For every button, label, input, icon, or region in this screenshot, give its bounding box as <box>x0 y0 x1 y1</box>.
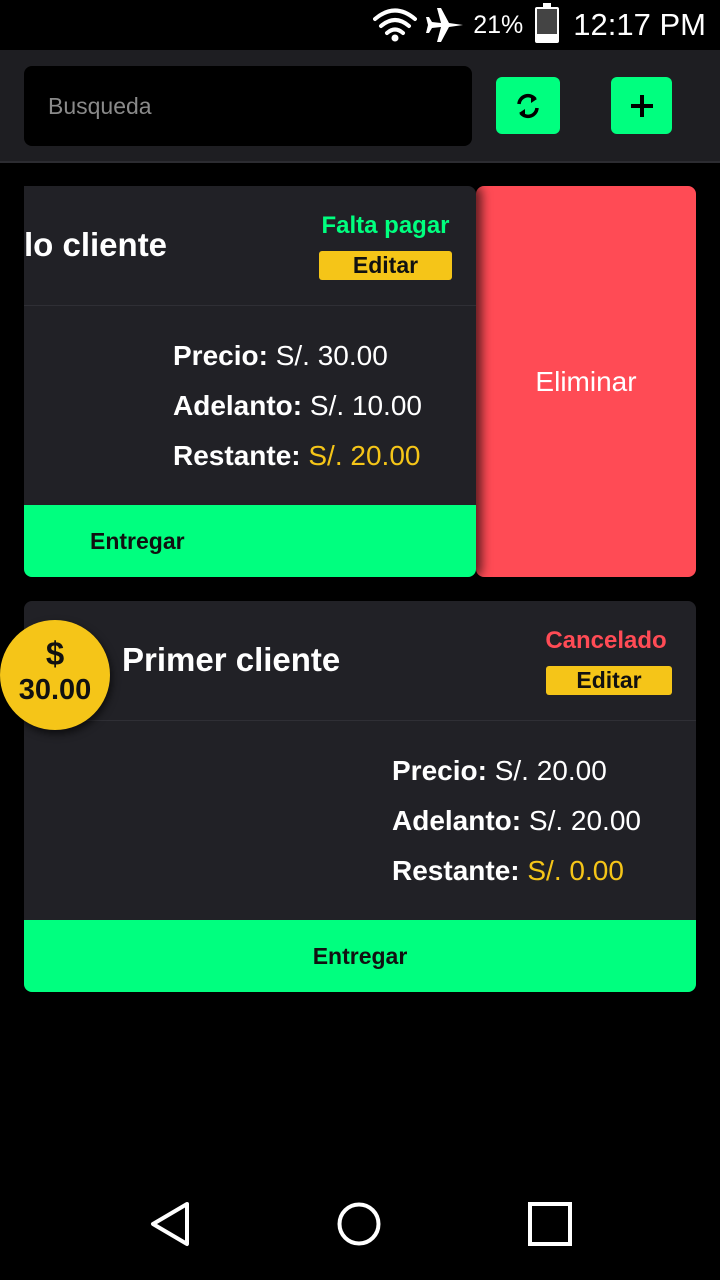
price-badge: $ 30.00 <box>0 620 110 730</box>
clock: 12:17 PM <box>573 7 706 42</box>
remaining-row: Restante: S/. 0.00 <box>392 855 624 887</box>
back-icon <box>151 1202 189 1246</box>
status-label: Falta pagar <box>321 212 450 239</box>
order-card[interactable]: lo cliente Falta pagar Editar Precio: S/… <box>24 186 476 577</box>
advance-row: Adelanto: S/. 20.00 <box>392 805 641 837</box>
remaining-label: Restante: <box>392 855 520 886</box>
remaining-value: S/. 0.00 <box>527 855 624 886</box>
price-label: Precio: <box>173 340 268 371</box>
add-order-button[interactable] <box>611 77 672 134</box>
status-bar: 21% 12:17 PM <box>0 0 720 50</box>
client-name: lo cliente <box>24 226 168 263</box>
deliver-button[interactable]: Entregar <box>24 920 696 992</box>
price-row: Precio: S/. 30.00 <box>173 340 388 372</box>
battery-percent: 21% <box>473 10 524 39</box>
client-name: Primer cliente <box>122 641 341 678</box>
remaining-label: Restante: <box>173 440 301 471</box>
price-value: S/. 20.00 <box>494 755 607 786</box>
home-icon <box>337 1202 381 1246</box>
refresh-button[interactable] <box>496 77 560 134</box>
search-input[interactable] <box>24 66 472 146</box>
advance-value: S/. 20.00 <box>528 805 641 836</box>
dollar-symbol: $ <box>45 635 65 672</box>
edit-button[interactable]: Editar <box>319 251 452 280</box>
airplane-icon <box>425 5 465 45</box>
advance-label: Adelanto: <box>173 390 303 421</box>
price-value: S/. 30.00 <box>275 340 388 371</box>
edit-button[interactable]: Editar <box>546 666 672 695</box>
price-row: Precio: S/. 20.00 <box>392 755 607 787</box>
badge-amount: 30.00 <box>18 674 92 706</box>
deliver-button[interactable]: Entregar <box>24 505 476 577</box>
order-card[interactable]: Primer cliente Cancelado Editar Precio: … <box>24 601 696 992</box>
plus-icon <box>630 94 653 117</box>
recents-button[interactable] <box>520 1198 580 1250</box>
back-button[interactable] <box>140 1198 200 1250</box>
card-header: lo cliente Falta pagar Editar <box>24 186 476 306</box>
wifi-icon <box>373 8 418 42</box>
battery-icon <box>535 3 560 43</box>
remaining-row: Restante: S/. 20.00 <box>173 440 420 472</box>
advance-row: Adelanto: S/. 10.00 <box>173 390 422 422</box>
status-label: Cancelado <box>545 627 667 654</box>
navigation-bar <box>0 1170 720 1280</box>
refresh-icon <box>517 93 539 118</box>
price-label: Precio: <box>392 755 487 786</box>
card-header: Primer cliente Cancelado Editar <box>24 601 696 721</box>
remaining-value: S/. 20.00 <box>308 440 421 471</box>
recents-icon <box>528 1202 572 1246</box>
advance-value: S/. 10.00 <box>309 390 422 421</box>
advance-label: Adelanto: <box>392 805 522 836</box>
top-toolbar <box>0 50 720 163</box>
delete-button[interactable]: Eliminar <box>476 186 696 577</box>
home-button[interactable] <box>329 1198 389 1250</box>
